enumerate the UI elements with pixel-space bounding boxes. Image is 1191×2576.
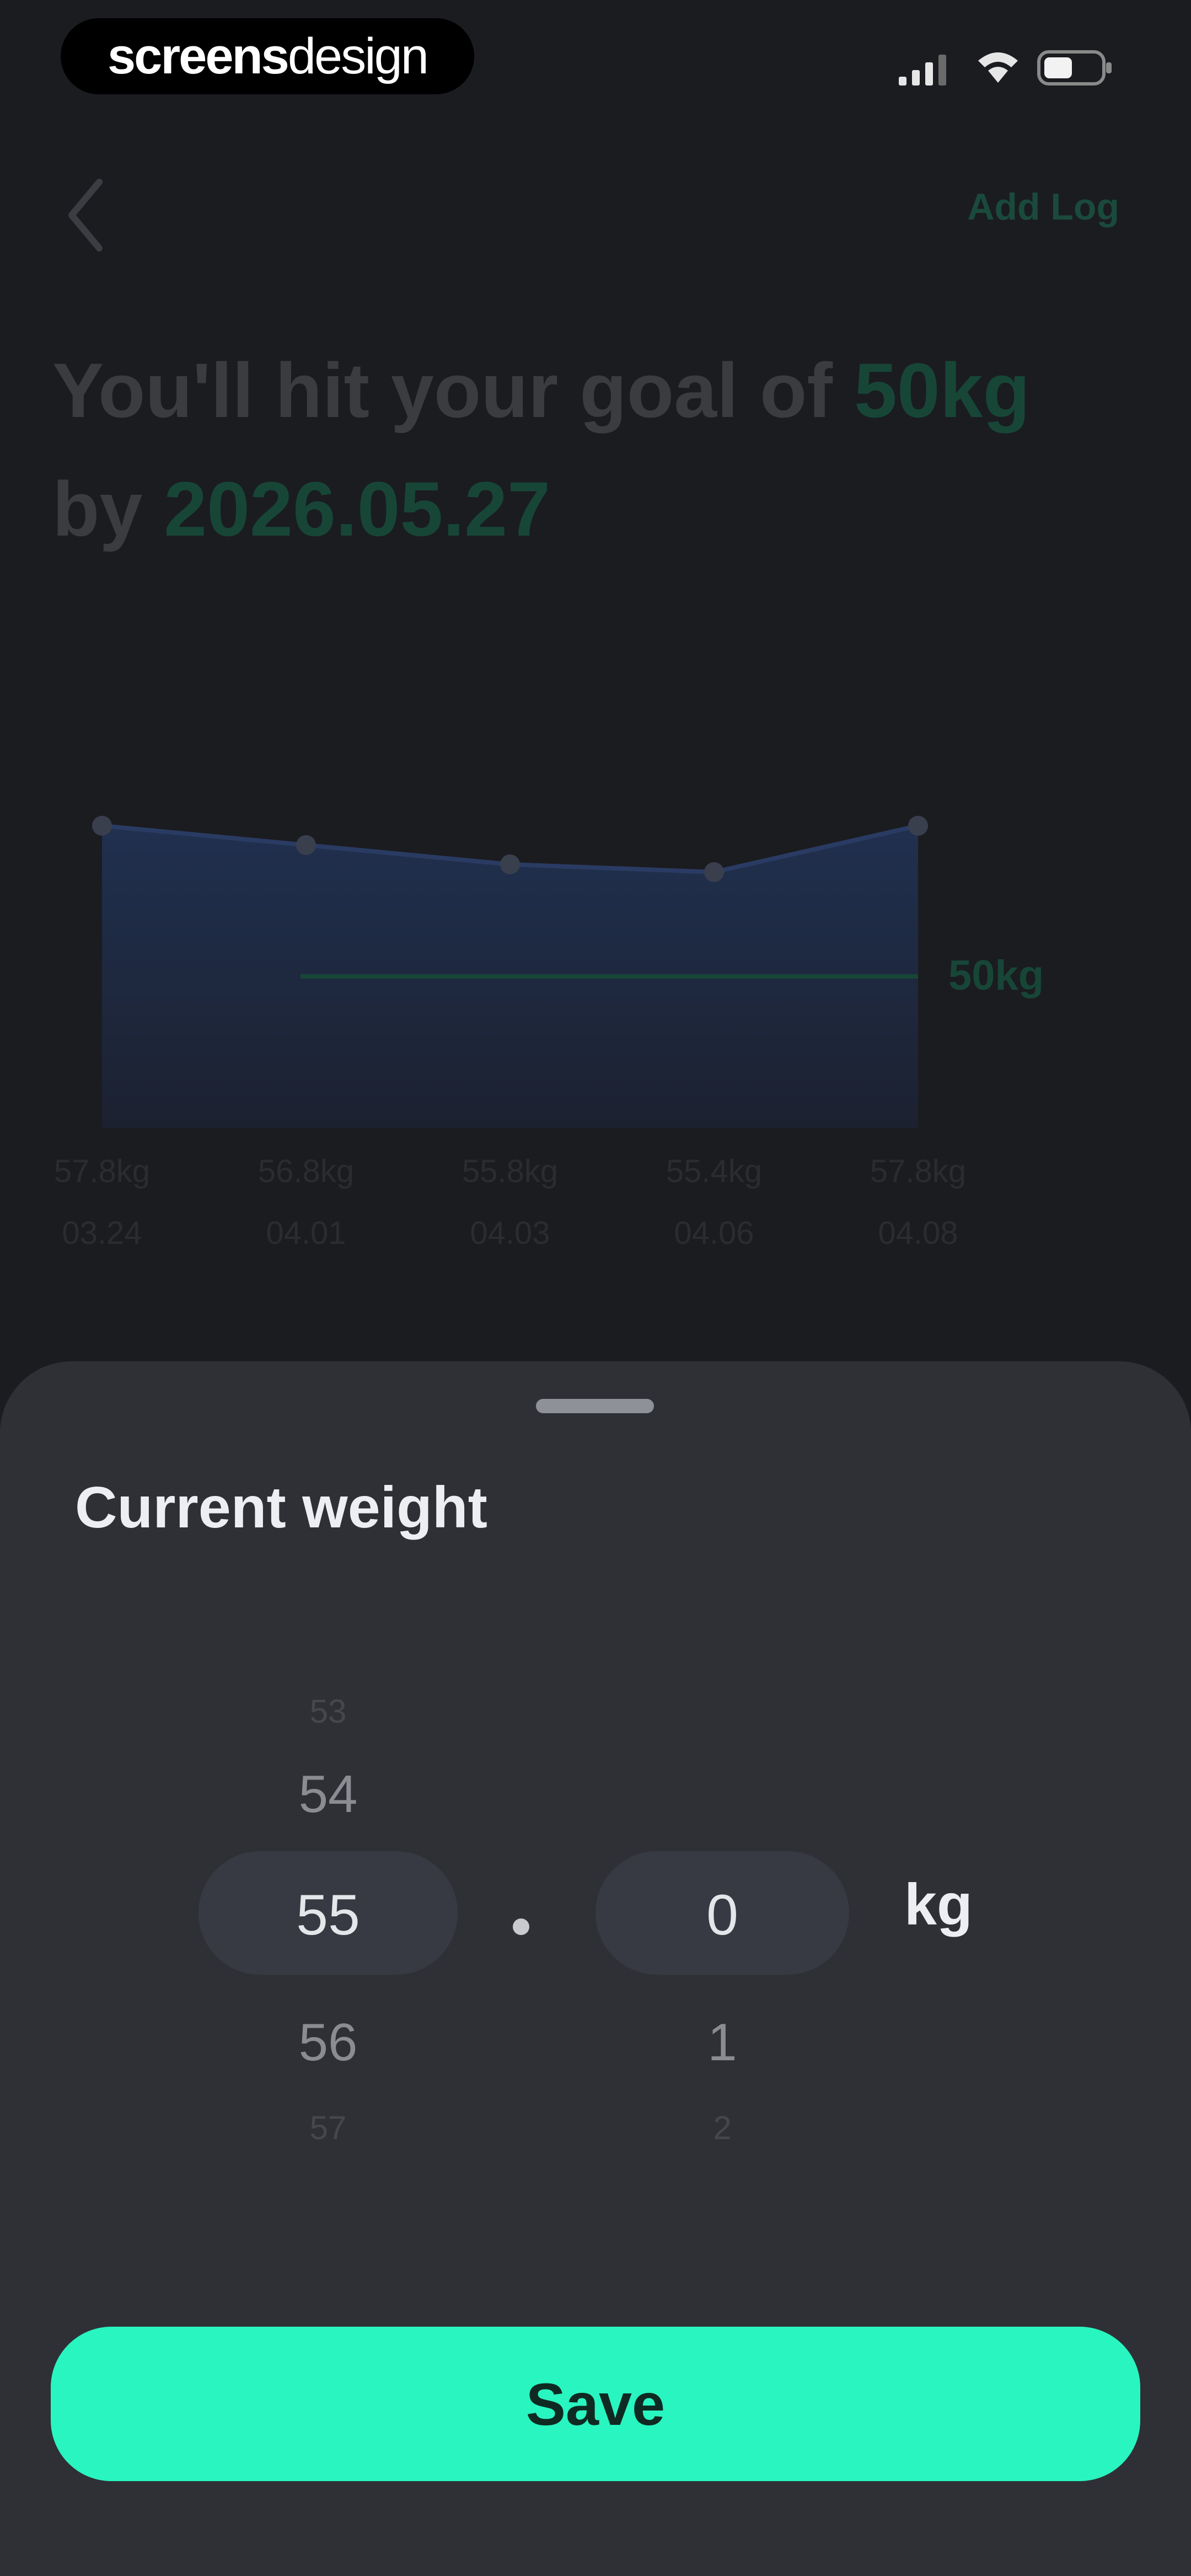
x-date-label: 04.01 bbox=[266, 1215, 346, 1251]
x-weight-label: 57.8kg bbox=[870, 1153, 967, 1189]
picker-item-below1[interactable]: 56 bbox=[190, 2012, 466, 2073]
brand-logo-part1: screens bbox=[108, 28, 289, 84]
picker-item-below2[interactable]: 2 bbox=[584, 2109, 860, 2147]
picker-item-selected[interactable]: 0 bbox=[584, 1883, 860, 1948]
weight-chart: 50kg 57.8kg 03.24 56.8kg 04.01 55.8kg 04.03 55… bbox=[0, 761, 1191, 1258]
goal-headline: You'll hit your goal of 50kg by 2026.05.… bbox=[52, 331, 1144, 568]
battery-icon bbox=[1037, 50, 1112, 85]
x-date-label: 04.06 bbox=[674, 1215, 754, 1251]
data-point[interactable] bbox=[92, 816, 112, 836]
headline-prefix: You'll hit your goal of bbox=[52, 347, 854, 434]
headline-by: by bbox=[52, 466, 164, 552]
chevron-left-icon bbox=[68, 179, 103, 252]
picker-item-below1[interactable]: 1 bbox=[584, 2012, 860, 2073]
data-point[interactable] bbox=[704, 862, 724, 882]
x-weight-label: 55.4kg bbox=[666, 1153, 763, 1189]
sheet-title: Current weight bbox=[75, 1475, 487, 1540]
save-button[interactable]: Save bbox=[51, 2327, 1140, 2481]
picker-item-below2[interactable]: 57 bbox=[190, 2109, 466, 2147]
picker-item-selected[interactable]: 55 bbox=[190, 1883, 466, 1948]
brand-logo: screens design bbox=[61, 18, 474, 94]
x-weight-label: 57.8kg bbox=[53, 1153, 151, 1189]
data-point[interactable] bbox=[500, 854, 520, 874]
x-date-label: 04.03 bbox=[470, 1215, 550, 1251]
headline-goal-value: 50kg bbox=[854, 347, 1031, 434]
picker-item-above1[interactable]: 54 bbox=[190, 1764, 466, 1825]
app-screen: screens design Add Log You'll hit your go… bbox=[0, 0, 1191, 2576]
status-bar: screens design bbox=[0, 0, 1191, 116]
wifi-icon bbox=[978, 52, 1018, 83]
x-date-label: 03.24 bbox=[62, 1215, 142, 1251]
goal-line-label: 50kg bbox=[948, 952, 1044, 999]
picker-item-above2[interactable]: 53 bbox=[190, 1692, 466, 1730]
data-point[interactable] bbox=[296, 835, 316, 855]
unit-label: kg bbox=[904, 1872, 973, 1937]
x-date-label: 04.08 bbox=[878, 1215, 958, 1251]
brand-logo-part2: design bbox=[287, 28, 429, 84]
drag-handle[interactable] bbox=[536, 1399, 654, 1413]
headline-goal-date: 2026.05.27 bbox=[164, 466, 550, 552]
back-button[interactable] bbox=[61, 177, 110, 254]
decimal-separator bbox=[513, 1918, 529, 1935]
add-log-link[interactable]: Add Log bbox=[910, 185, 1119, 228]
x-weight-label: 56.8kg bbox=[257, 1153, 355, 1189]
data-point[interactable] bbox=[908, 816, 928, 836]
x-weight-label: 55.8kg bbox=[462, 1153, 559, 1189]
signal-icon bbox=[899, 55, 946, 85]
bottom-sheet: Current weight 53 54 55 56 57 0 1 2 kg S… bbox=[0, 1361, 1191, 2576]
